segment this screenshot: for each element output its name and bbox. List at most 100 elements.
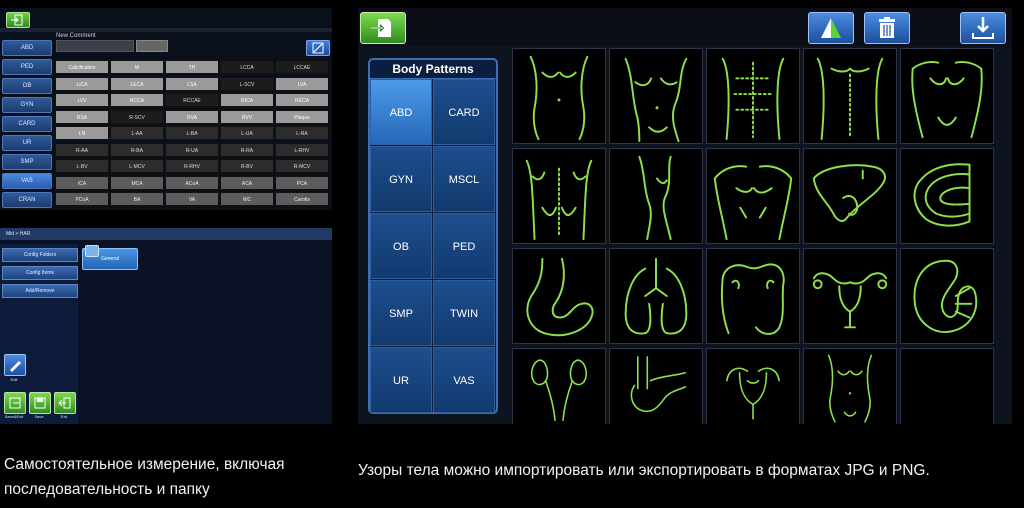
side-nav-item-ur[interactable]: UR <box>2 135 52 151</box>
comment-cell[interactable]: MCA <box>110 175 164 190</box>
comment-cell[interactable]: R-MCV <box>275 159 329 173</box>
comment-cell[interactable]: WC <box>220 192 274 206</box>
comment-cell[interactable]: L-RA <box>275 126 329 140</box>
comment-cell[interactable]: PCoA <box>55 192 109 206</box>
comment-cell[interactable]: RCCA <box>110 93 164 107</box>
pattern-thumb[interactable] <box>512 348 606 424</box>
pattern-thumb[interactable] <box>803 48 897 144</box>
exit-button[interactable] <box>54 392 76 414</box>
comment-cell[interactable]: RVA <box>165 109 219 124</box>
comment-cell[interactable]: L-SCV <box>220 76 274 91</box>
comment-cell[interactable]: R-RHV <box>165 159 219 173</box>
pattern-thumb[interactable] <box>706 48 800 144</box>
edit-comment-button[interactable] <box>306 40 330 56</box>
side-nav-item-ob[interactable]: OB <box>2 78 52 94</box>
comment-cell[interactable]: RSA <box>55 109 109 124</box>
pattern-thumb[interactable] <box>512 148 606 244</box>
comment-cell[interactable]: LCCA <box>220 60 274 74</box>
comment-cell[interactable]: ICA <box>55 175 109 190</box>
comment-cell[interactable]: R-UA <box>165 142 219 157</box>
comment-cell[interactable]: RICA <box>220 93 274 107</box>
category-button-ped[interactable]: PED <box>433 213 495 279</box>
folder-icon <box>85 245 99 257</box>
comment-cell[interactable]: TH <box>165 60 219 74</box>
pattern-thumb[interactable] <box>512 48 606 144</box>
pattern-thumb[interactable] <box>706 248 800 344</box>
side-nav-item-cran[interactable]: CRAN <box>2 192 52 208</box>
comment-cell[interactable]: L-AA <box>110 126 164 140</box>
import-button[interactable] <box>6 12 30 28</box>
comment-cell[interactable]: M <box>110 60 164 74</box>
comment-cell[interactable]: BA <box>110 192 164 206</box>
comment-cell[interactable]: RVV <box>220 109 274 124</box>
save-exit-button[interactable] <box>4 392 26 414</box>
comment-cell[interactable]: LVV <box>55 93 109 107</box>
comment-cell[interactable]: LECA <box>110 76 164 91</box>
new-comment-input[interactable] <box>56 40 134 52</box>
pattern-thumb[interactable] <box>609 48 703 144</box>
pattern-thumb[interactable] <box>609 248 703 344</box>
side-nav-item-vas[interactable]: VAS <box>2 173 52 189</box>
comment-cell[interactable]: L-BA <box>165 126 219 140</box>
category-button-ob[interactable]: OB <box>370 213 432 279</box>
general-folder-button[interactable]: General <box>82 245 138 270</box>
pattern-thumb[interactable] <box>803 248 897 344</box>
side-nav-item-smp[interactable]: SMP <box>2 154 52 170</box>
delete-pattern-button[interactable] <box>864 12 910 44</box>
comment-cell[interactable]: L-UA <box>220 126 274 140</box>
comment-cell[interactable]: RECA <box>275 93 329 107</box>
side-nav-item-card[interactable]: CARD <box>2 116 52 132</box>
comment-cell[interactable]: ACoA <box>165 175 219 190</box>
pattern-thumb[interactable] <box>900 148 994 244</box>
comment-cell[interactable]: Calcification <box>55 60 109 74</box>
comment-cell[interactable]: R-SCV <box>110 109 164 124</box>
comment-cell[interactable]: ACA <box>220 175 274 190</box>
comment-cell[interactable]: L-RHV <box>275 142 329 157</box>
category-button-ur[interactable]: UR <box>370 347 432 413</box>
category-button-vas[interactable]: VAS <box>433 347 495 413</box>
pattern-thumb[interactable] <box>609 348 703 424</box>
pattern-thumb[interactable] <box>803 148 897 244</box>
comment-cell[interactable]: Plaque <box>275 109 329 124</box>
config-nav-item-add-remove[interactable]: Add/Remove <box>2 284 78 298</box>
flip-pattern-button[interactable] <box>808 12 854 44</box>
export-pattern-button[interactable] <box>960 12 1006 44</box>
pattern-thumb[interactable] <box>706 148 800 244</box>
comment-cell[interactable]: L-BV <box>55 159 109 173</box>
category-button-twin[interactable]: TWIN <box>433 280 495 346</box>
category-button-gyn[interactable]: GYN <box>370 146 432 212</box>
comment-cell[interactable]: R-BV <box>220 159 274 173</box>
comment-cell[interactable]: LICA <box>55 76 109 91</box>
comment-cell[interactable]: LN <box>55 126 109 140</box>
side-nav-item-abd[interactable]: ABD <box>2 40 52 56</box>
category-button-abd[interactable]: ABD <box>370 79 432 145</box>
comment-cell[interactable]: R-AA <box>55 142 109 157</box>
pattern-thumb[interactable] <box>609 148 703 244</box>
comment-cell[interactable]: LSA <box>165 76 219 91</box>
pattern-thumb[interactable] <box>706 348 800 424</box>
category-button-mscl[interactable]: MSCL <box>433 146 495 212</box>
comment-cell[interactable]: PCA <box>275 175 329 190</box>
pattern-thumb[interactable] <box>900 48 994 144</box>
save-button[interactable] <box>29 392 51 414</box>
category-button-card[interactable]: CARD <box>433 79 495 145</box>
comment-cell[interactable]: LVA <box>275 76 329 91</box>
pattern-thumb[interactable] <box>512 248 606 344</box>
comment-cell[interactable]: R-BA <box>110 142 164 157</box>
category-button-smp[interactable]: SMP <box>370 280 432 346</box>
comment-cell[interactable]: LCCAE <box>275 60 329 74</box>
pattern-thumb[interactable] <box>803 348 897 424</box>
comment-cell[interactable]: R-RA <box>220 142 274 157</box>
side-nav-item-gyn[interactable]: GYN <box>2 97 52 113</box>
comment-cell[interactable]: VA <box>165 192 219 206</box>
comment-cell[interactable]: Carotis <box>275 192 329 206</box>
edit-button[interactable] <box>4 354 26 376</box>
comment-cell[interactable]: RCCAE <box>165 93 219 107</box>
config-nav-item-config-folders[interactable]: Config Folders <box>2 248 78 262</box>
comment-cell[interactable]: L-MCV <box>110 159 164 173</box>
side-nav-item-ped[interactable]: PED <box>2 59 52 75</box>
pattern-thumb[interactable] <box>900 248 994 344</box>
new-comment-add-button[interactable] <box>136 40 168 52</box>
config-nav-item-config-items[interactable]: Config Items <box>2 266 78 280</box>
import-pattern-button[interactable] <box>360 12 406 44</box>
